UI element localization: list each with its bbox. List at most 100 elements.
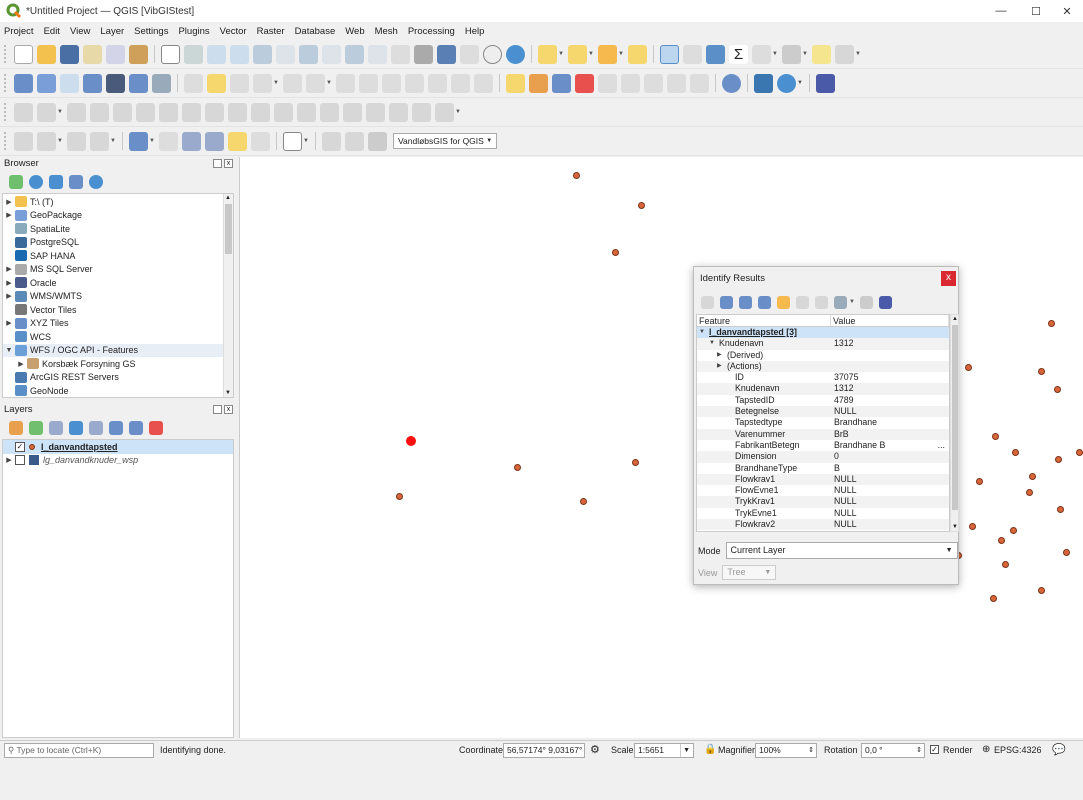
crs-globe-icon[interactable]: ⊕	[982, 744, 990, 755]
result-row[interactable]: Varenummer BrB	[697, 428, 949, 440]
expand-arrow-icon[interactable]: ▶	[3, 198, 15, 206]
browser-item[interactable]: ▼ WFS / OGC API - Features	[3, 343, 233, 357]
expand-arrow-icon[interactable]: ▼	[3, 347, 15, 354]
identify-help-icon[interactable]	[879, 295, 892, 309]
copy-features-icon[interactable]	[405, 73, 424, 93]
tree-arrow-icon[interactable]: ▶	[717, 361, 722, 372]
simplify-icon[interactable]	[113, 102, 132, 122]
map-point[interactable]	[573, 172, 580, 179]
filter-legend-icon[interactable]	[69, 421, 83, 435]
result-row[interactable]: ID 37075	[697, 372, 949, 383]
browser-item[interactable]: Vector Tiles	[3, 303, 233, 317]
digitize-line-icon[interactable]	[322, 131, 341, 151]
map-point[interactable]	[638, 202, 645, 209]
show-hide-labels-icon[interactable]	[667, 73, 686, 93]
select-annotation-icon[interactable]	[159, 131, 178, 151]
close-dialog-button[interactable]: x	[941, 271, 956, 286]
split-features-icon[interactable]	[297, 102, 316, 122]
select-by-value-icon[interactable]	[568, 44, 587, 64]
result-row[interactable]: FlowEvne1 NULL	[697, 485, 949, 496]
mode-select[interactable]: Current Layer ▼	[725, 542, 958, 559]
menu-layer[interactable]: Layer	[100, 26, 124, 37]
expand-arrow-icon[interactable]: ▶	[3, 292, 15, 300]
map-point[interactable]	[990, 595, 997, 602]
add-part-icon[interactable]	[159, 102, 178, 122]
new-geopackage-layer-icon[interactable]	[37, 73, 56, 93]
remove-layer-icon[interactable]	[149, 421, 163, 435]
processing-toolbox-icon[interactable]	[706, 44, 725, 64]
zoom-last-icon[interactable]	[345, 44, 364, 64]
expand-arrow-icon[interactable]: ▶	[3, 265, 15, 273]
menu-project[interactable]: Project	[4, 26, 34, 37]
selected-map-point[interactable]	[406, 436, 416, 446]
result-row[interactable]: ▼ Knudenavn 1312	[697, 338, 949, 350]
text-box-icon[interactable]	[283, 131, 302, 151]
minimize-button[interactable]: —	[983, 0, 1019, 22]
map-point[interactable]	[514, 464, 521, 471]
close-panel-icon[interactable]: x	[224, 159, 233, 168]
snapping-icon[interactable]	[14, 131, 33, 151]
map-tips-icon[interactable]	[812, 44, 831, 64]
edit-pencil-icon[interactable]	[207, 73, 226, 93]
refresh-icon[interactable]	[506, 44, 525, 64]
layer-item-lg-danvandknuder-wsp[interactable]: ▶ lg_danvandknuder_wsp	[3, 454, 233, 468]
select-by-location-icon[interactable]	[628, 44, 647, 64]
marker-annotation-icon[interactable]	[228, 131, 247, 151]
menu-help[interactable]: Help	[465, 26, 485, 37]
modify-attributes-icon[interactable]	[336, 73, 355, 93]
sync-icon[interactable]	[777, 73, 796, 93]
crs-button[interactable]: EPSG:4326	[994, 745, 1042, 755]
collapse-tree-icon[interactable]	[739, 295, 752, 309]
map-point[interactable]	[580, 498, 587, 505]
tree-arrow-icon[interactable]: ▶	[717, 350, 722, 361]
menu-vector[interactable]: Vector	[220, 26, 247, 37]
delete-selected-icon[interactable]	[359, 73, 378, 93]
text-annotation-icon[interactable]	[251, 131, 270, 151]
toggle-editing-icon[interactable]	[184, 73, 203, 93]
map-point[interactable]	[1012, 449, 1019, 456]
open-form-icon[interactable]	[701, 295, 714, 309]
fill-ring-icon[interactable]	[182, 102, 201, 122]
layer-visibility-checkbox[interactable]: ✓	[15, 441, 25, 452]
result-row[interactable]: Flowkrav1 NULL	[697, 473, 949, 486]
open-table-icon[interactable]	[752, 44, 771, 64]
collapse-all-icon[interactable]	[69, 175, 83, 189]
expand-arrow-icon[interactable]: ▶	[3, 211, 15, 219]
results-scrollbar[interactable]: ▲ ▼	[950, 314, 959, 532]
result-row[interactable]: TrykEvne1 NULL	[697, 508, 949, 519]
globe-icon[interactable]	[722, 73, 741, 93]
float-panel-icon[interactable]	[213, 159, 222, 168]
result-row[interactable]: Tapstedtype Brandhane	[697, 417, 949, 428]
new-shapefile-layer-icon[interactable]	[60, 73, 79, 93]
digitize-arrow-icon[interactable]	[345, 131, 364, 151]
redo-icon[interactable]	[474, 73, 493, 93]
menu-plugins[interactable]: Plugins	[178, 26, 209, 37]
browser-item[interactable]: ▶ T:\ (T)	[3, 195, 233, 209]
tracing-icon[interactable]	[67, 131, 86, 151]
manage-map-themes-icon[interactable]	[49, 421, 63, 435]
map-point[interactable]	[1010, 527, 1017, 534]
add-vector-icon[interactable]	[152, 73, 171, 93]
offset-point-symbols-icon[interactable]	[412, 102, 431, 122]
add-feature-icon[interactable]	[253, 73, 272, 93]
new-virtual-layer-icon[interactable]	[129, 73, 148, 93]
result-row[interactable]: Flowkrav2 NULL	[697, 519, 949, 531]
print-response-icon[interactable]	[815, 295, 828, 309]
offset-icon[interactable]	[274, 102, 293, 122]
browser-item[interactable]: ArcGIS REST Servers	[3, 371, 233, 385]
map-point[interactable]	[1076, 449, 1083, 456]
undo-icon[interactable]	[451, 73, 470, 93]
highlight-pinned-labels-icon[interactable]	[575, 73, 594, 93]
browser-item[interactable]: SpatiaLite	[3, 222, 233, 236]
magnifier-spinbox[interactable]: 100% ⇕	[755, 743, 817, 758]
layer-item-l-danvandtapsted[interactable]: ✓ l_danvandtapsted	[3, 440, 233, 454]
line-annotation-icon[interactable]	[205, 131, 224, 151]
result-row[interactable]: BrandhaneType B	[697, 463, 949, 474]
python-console-icon[interactable]	[754, 73, 773, 93]
view-select[interactable]: Tree ▼	[722, 565, 777, 580]
map-point[interactable]	[1057, 506, 1064, 513]
layer-visibility-checkbox[interactable]	[15, 455, 25, 466]
annotation-text-icon[interactable]	[129, 131, 148, 151]
locate-search-input[interactable]: ⚲ Type to locate (Ctrl+K)	[4, 743, 154, 758]
coordinate-field[interactable]: 56,57174° 9,03167°	[503, 743, 585, 758]
